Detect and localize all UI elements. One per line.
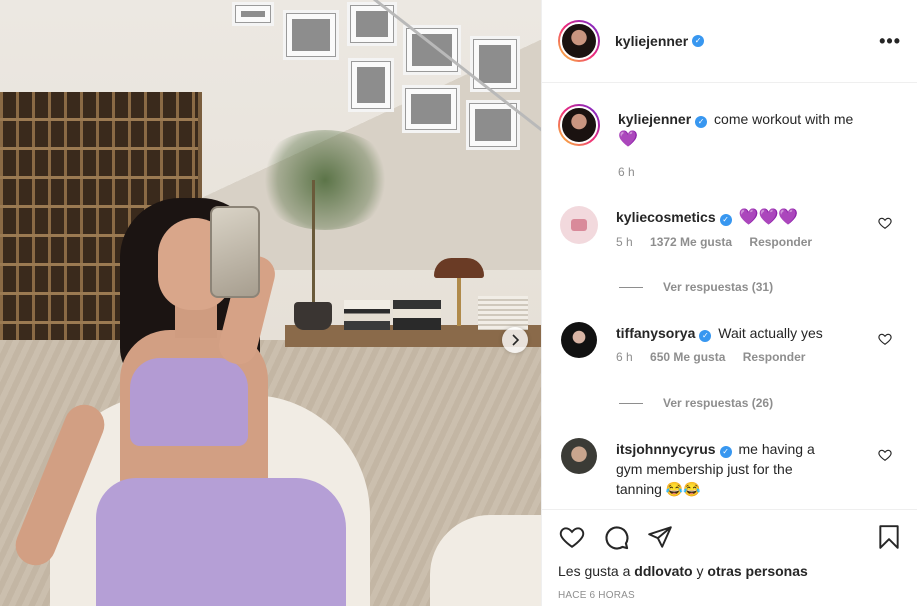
photo-frame: [403, 25, 461, 75]
photo-frame: [402, 85, 460, 133]
comment-item: kyliecosmetics ✓ 💜💜💜 5 h 1372 Me gusta Re…: [558, 206, 902, 252]
photo-books: [393, 300, 441, 330]
comment-body: itsjohnnycyrus ✓ me having a gym membersh…: [616, 439, 841, 499]
author-username[interactable]: kyliejenner: [615, 33, 688, 49]
caption-username[interactable]: kyliejenner: [618, 111, 691, 127]
caption-avatar[interactable]: [558, 104, 600, 146]
photo-frame: [348, 58, 394, 112]
caption-body: kyliejenner ✓ come workout with me 💜 6 h: [618, 109, 888, 182]
verified-badge-icon: ✓: [719, 446, 732, 458]
photo-phone: [210, 206, 260, 298]
comment-text: 💜💜💜: [738, 209, 799, 226]
replies-divider: [619, 286, 643, 288]
share-icon[interactable]: [646, 524, 674, 550]
purple-heart-emoji: 💜: [618, 131, 638, 148]
replies-divider: [619, 402, 643, 404]
likes-conjunction: y: [696, 563, 704, 579]
photo-person-top: [130, 358, 248, 446]
comment-username[interactable]: tiffanysorya: [616, 325, 695, 341]
post-panel: kyliejenner ✓ ••• kyliejenner ✓ come work…: [541, 0, 917, 606]
caption-text: come workout with me: [714, 111, 854, 127]
comment-icon[interactable]: [602, 523, 630, 551]
photo-lamp: [434, 258, 484, 278]
comment-meta: 6 h 650 Me gusta Responder: [616, 347, 856, 367]
verified-badge-icon: ✓: [692, 35, 705, 47]
heart-icon[interactable]: [558, 524, 586, 550]
photo-plant-trunk: [312, 180, 315, 304]
heart-icon[interactable]: [878, 332, 892, 346]
likes-summary: Les gusta a ddlovato y otras personas: [558, 563, 902, 579]
comment-avatar-image: [571, 219, 587, 231]
verified-badge-icon: ✓: [699, 330, 712, 342]
comment-text: Wait actually yes: [718, 325, 823, 341]
caption-time[interactable]: 6 h: [618, 165, 635, 179]
caption-meta: 6 h: [618, 162, 888, 182]
likes-prefix: Les gusta a: [558, 563, 631, 579]
photo-frame: [232, 2, 274, 26]
heart-icon[interactable]: [878, 448, 892, 462]
view-replies-button[interactable]: Ver respuestas (31): [619, 280, 773, 294]
photo-frame: [283, 10, 339, 60]
more-options-button[interactable]: •••: [879, 31, 901, 52]
comment-avatar[interactable]: [561, 438, 597, 474]
comment-username[interactable]: kyliecosmetics: [616, 209, 716, 225]
reply-button[interactable]: Responder: [743, 350, 806, 364]
caption-avatar-image: [560, 106, 598, 144]
likes-user-link[interactable]: ddlovato: [634, 563, 692, 579]
comment-body: tiffanysorya ✓ Wait actually yes 6 h 650 …: [616, 323, 856, 367]
comment-avatar[interactable]: [561, 322, 597, 358]
comment-meta: 5 h 1372 Me gusta Responder: [616, 232, 856, 252]
verified-badge-icon: ✓: [719, 214, 732, 226]
comment-item: itsjohnnycyrus ✓ me having a gym membersh…: [558, 438, 902, 499]
comment-likes[interactable]: 1372 Me gusta: [650, 235, 732, 249]
post-header: kyliejenner ✓ •••: [542, 0, 917, 83]
photo-person-leggings: [96, 478, 346, 606]
likes-others-link[interactable]: otras personas: [707, 563, 807, 579]
photo-lamp-pole: [457, 278, 461, 326]
comment-time[interactable]: 6 h: [616, 350, 633, 364]
next-image-button[interactable]: [502, 327, 528, 353]
view-replies-label: Ver respuestas (26): [663, 396, 774, 410]
photo-plant-pot: [294, 302, 332, 330]
post-timestamp[interactable]: HACE 6 HORAS: [558, 590, 902, 601]
author-avatar-image: [560, 22, 598, 60]
photo-plant: [255, 130, 395, 230]
comment-likes[interactable]: 650 Me gusta: [650, 350, 725, 364]
comment-avatar[interactable]: [560, 206, 598, 244]
reply-button[interactable]: Responder: [749, 235, 812, 249]
comment-time[interactable]: 5 h: [616, 235, 633, 249]
author-avatar[interactable]: [558, 20, 600, 62]
bookmark-icon[interactable]: [876, 523, 902, 551]
comment-username[interactable]: itsjohnnycyrus: [616, 441, 716, 457]
photo-books: [478, 296, 528, 330]
comments-list[interactable]: kyliejenner ✓ come workout with me 💜 6 h …: [542, 84, 917, 509]
comment-item: tiffanysorya ✓ Wait actually yes 6 h 650 …: [558, 322, 902, 367]
verified-badge-icon: ✓: [695, 116, 708, 128]
comment-body: kyliecosmetics ✓ 💜💜💜 5 h 1372 Me gusta Re…: [616, 207, 856, 252]
chevron-right-icon: [512, 334, 520, 346]
action-icons: [558, 520, 902, 554]
post-photo[interactable]: [0, 0, 541, 606]
photo-books: [344, 300, 390, 330]
view-replies-label: Ver respuestas (31): [663, 280, 774, 294]
photo-frame: [470, 36, 520, 92]
post-actions: Les gusta a ddlovato y otras personas HA…: [542, 509, 917, 601]
heart-icon[interactable]: [878, 216, 892, 230]
post: kyliejenner ✓ ••• kyliejenner ✓ come work…: [0, 0, 917, 606]
caption: kyliejenner ✓ come workout with me 💜 6 h: [558, 104, 902, 182]
view-replies-button[interactable]: Ver respuestas (26): [619, 396, 773, 410]
